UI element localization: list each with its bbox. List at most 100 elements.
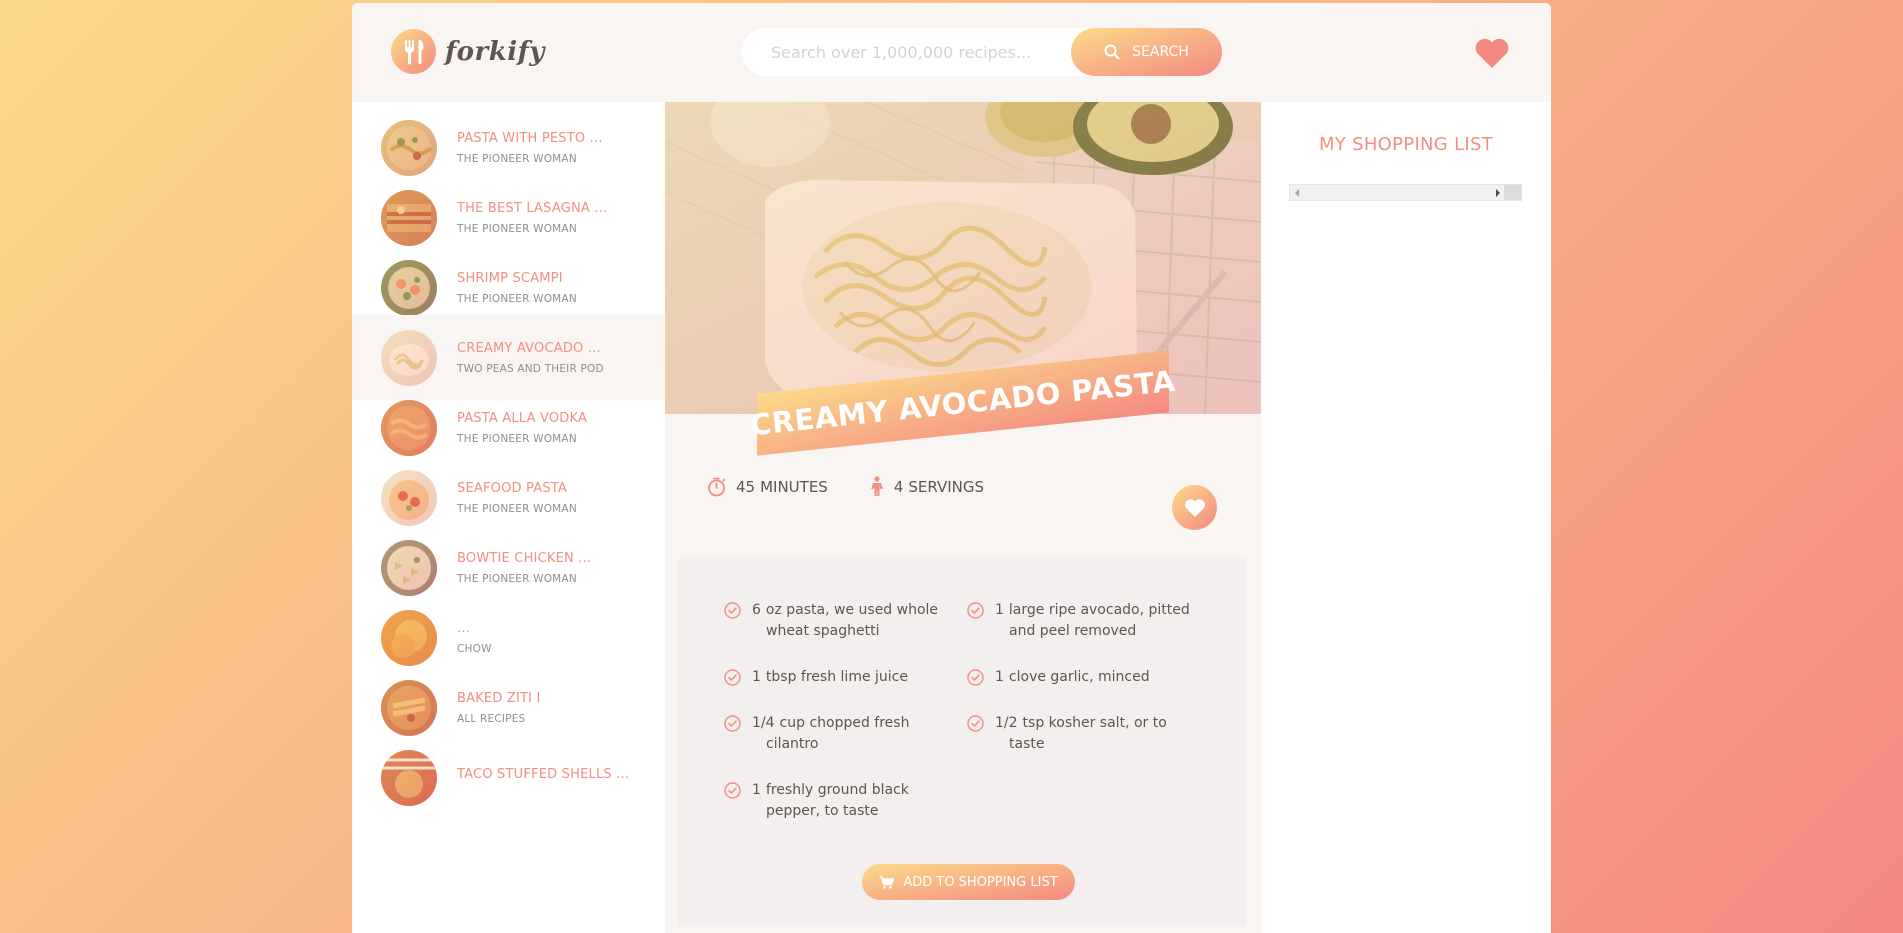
result-thumbnail: [381, 329, 437, 386]
recipe-servings: 4 servings: [870, 476, 984, 497]
result-thumbnail: [381, 469, 437, 526]
search-input[interactable]: [771, 42, 1061, 62]
ingredient-text: cup chopped fresh cilantro: [766, 715, 910, 752]
like-recipe-button[interactable]: [1172, 485, 1217, 530]
result-title: The Best Lasagna ...: [457, 200, 608, 216]
result-thumbnail: [381, 749, 437, 806]
result-thumbnail: [381, 399, 437, 456]
scroll-left-icon[interactable]: [1294, 189, 1300, 197]
result-title: Pasta with Pesto ...: [457, 130, 603, 146]
result-data: Bowtie Chicken ... The Pioneer Woman: [457, 551, 591, 585]
check-circle-icon: [967, 715, 984, 732]
ingredient-text: tsp kosher salt, or to taste: [1009, 715, 1167, 752]
ingredient-text: large ripe avocado, pitted and peel remo…: [1008, 602, 1190, 639]
header: forkify Search: [352, 3, 1551, 102]
result-item[interactable]: Taco Stuffed Shells ...: [352, 735, 665, 820]
result-data: Baked Ziti I All Recipes: [457, 691, 541, 725]
ingredient-text: oz pasta, we used whole wheat spaghetti: [765, 602, 939, 639]
result-data: Seafood Pasta The Pioneer Woman: [457, 481, 577, 515]
ingredient-item: 6 oz pasta, we used whole wheat spaghetti: [724, 600, 949, 642]
result-author: The Pioneer Woman: [457, 572, 577, 585]
result-author: The Pioneer Woman: [457, 292, 577, 305]
app-name: forkify: [445, 36, 545, 67]
magnifier-icon: [1104, 44, 1120, 60]
ingredient-item: 1 large ripe avocado, pitted and peel rem…: [967, 600, 1192, 642]
search-form: Search: [742, 28, 1222, 76]
shopping-list-scrollbar[interactable]: [1289, 184, 1522, 201]
ingredient-count: 1: [752, 782, 761, 798]
recipe-time: 45 minutes: [707, 477, 828, 497]
result-author: The Pioneer Woman: [457, 222, 577, 235]
ingredient-count: 6: [752, 602, 761, 618]
heart-icon: [1184, 498, 1205, 517]
result-data: Taco Stuffed Shells ...: [457, 767, 629, 789]
result-title: Taco Stuffed Shells ...: [457, 766, 630, 782]
result-data: ... Chow: [457, 621, 492, 655]
check-circle-icon: [967, 669, 984, 686]
ingredient-count: 1: [995, 602, 1004, 618]
results-list: Pasta with Pesto ... The Pioneer Woman T…: [352, 102, 665, 933]
shopping-list-title: My Shopping List: [1318, 134, 1494, 155]
recipe-servings-unit: servings: [908, 477, 985, 496]
ingredient-text: clove garlic, minced: [1008, 669, 1150, 685]
check-circle-icon: [724, 715, 741, 732]
likes-button[interactable]: [1474, 37, 1510, 69]
search-button-label: Search: [1132, 44, 1189, 60]
result-title: Pasta alla Vodka: [457, 410, 588, 426]
check-circle-icon: [724, 782, 741, 799]
result-title: ...: [457, 620, 470, 636]
result-author: All Recipes: [457, 712, 526, 725]
result-author: Two Peas and Their Pod: [457, 362, 604, 375]
result-thumbnail: [381, 119, 437, 176]
shopping-panel: My Shopping List: [1261, 102, 1551, 933]
check-circle-icon: [724, 602, 741, 619]
app-container: forkify Search Pasta with Pe: [352, 3, 1551, 933]
result-thumbnail: [381, 539, 437, 596]
ingredient-item: 1 tbsp fresh lime juice: [724, 667, 949, 688]
result-thumbnail: [381, 679, 437, 736]
recipe-servings-value: 4: [893, 477, 904, 496]
result-author: Chow: [457, 642, 492, 655]
check-circle-icon: [724, 669, 741, 686]
stopwatch-icon: [708, 477, 726, 496]
result-title: Baked Ziti I: [457, 690, 541, 706]
result-thumbnail: [381, 609, 437, 666]
add-to-shopping-list-button[interactable]: Add to shopping list: [862, 864, 1075, 900]
result-title: Shrimp Scampi: [457, 270, 563, 286]
logo[interactable]: forkify: [391, 29, 545, 74]
person-icon: [871, 476, 883, 496]
result-data: Creamy Avocado ... Two Peas and Their Po…: [457, 341, 604, 375]
scroll-right-icon[interactable]: [1495, 189, 1501, 197]
search-button[interactable]: Search: [1071, 28, 1222, 76]
ingredients-section: 6 oz pasta, we used whole wheat spaghetti…: [677, 559, 1247, 927]
recipe-details: 45 minutes 4 servings: [677, 414, 1247, 559]
result-data: Shrimp Scampi The Pioneer Woman: [457, 271, 577, 305]
result-data: Pasta alla Vodka The Pioneer Woman: [457, 411, 587, 445]
fork-knife-icon: [391, 29, 436, 74]
result-thumbnail: [381, 189, 437, 246]
cart-icon: [879, 875, 895, 889]
add-to-shopping-list-label: Add to shopping list: [903, 874, 1058, 890]
result-author: The Pioneer Woman: [457, 502, 577, 515]
ingredient-item: 1 clove garlic, minced: [967, 667, 1192, 688]
result-title: Seafood Pasta: [457, 480, 568, 496]
heart-icon: [1475, 38, 1509, 68]
result-data: Pasta with Pesto ... The Pioneer Woman: [457, 131, 603, 165]
ingredient-item: 1/4 cup chopped fresh cilantro: [724, 713, 949, 755]
ingredient-item: 1/2 tsp kosher salt, or to taste: [967, 713, 1192, 755]
result-author: The Pioneer Woman: [457, 432, 577, 445]
ingredient-text: freshly ground black pepper, to taste: [765, 782, 909, 819]
recipe-time-unit: minutes: [760, 477, 828, 496]
recipe-time-value: 45: [736, 477, 756, 496]
result-author: The Pioneer Woman: [457, 152, 577, 165]
ingredient-item: 1 freshly ground black pepper, to taste: [724, 780, 949, 822]
ingredient-count: 1: [995, 669, 1004, 685]
recipe-panel: Creamy Avocado Pasta 45 minutes 4: [665, 102, 1261, 933]
ingredient-text: tbsp fresh lime juice: [765, 669, 908, 685]
check-circle-icon: [967, 602, 984, 619]
result-title: Bowtie Chicken ...: [457, 550, 592, 566]
ingredient-count: 1/2: [995, 715, 1018, 731]
ingredient-count: 1/4: [752, 715, 775, 731]
scrollbar-thumb[interactable]: [1504, 185, 1521, 200]
result-thumbnail: [381, 259, 437, 316]
